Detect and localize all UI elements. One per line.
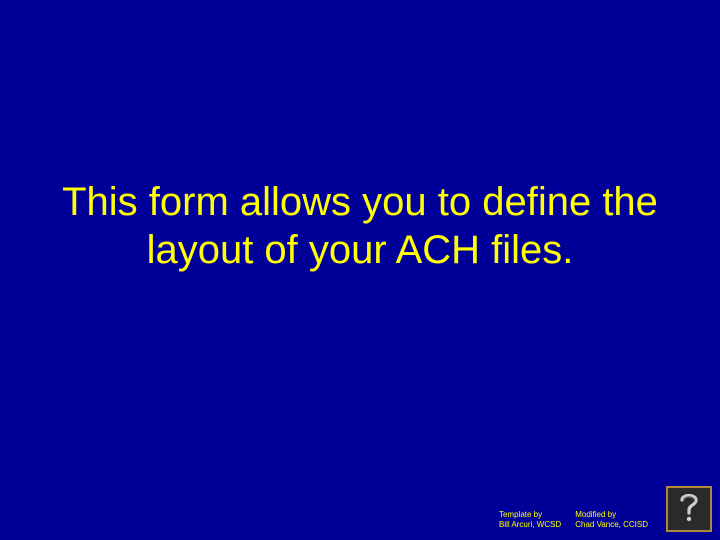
help-icon <box>675 490 703 529</box>
credit-template-author: Bill Arcuri, WCSD <box>499 520 561 530</box>
clue-text: This form allows you to define the layou… <box>0 178 720 274</box>
slide: This form allows you to define the layou… <box>0 0 720 540</box>
help-button[interactable] <box>666 486 712 532</box>
credit-modified: Modified by Chad Vance, CCISD <box>575 510 648 530</box>
credit-modified-label: Modified by <box>575 510 648 520</box>
credits: Template by Bill Arcuri, WCSD Modified b… <box>499 510 648 530</box>
credit-modified-author: Chad Vance, CCISD <box>575 520 648 530</box>
credit-template-label: Template by <box>499 510 561 520</box>
credit-template: Template by Bill Arcuri, WCSD <box>499 510 561 530</box>
